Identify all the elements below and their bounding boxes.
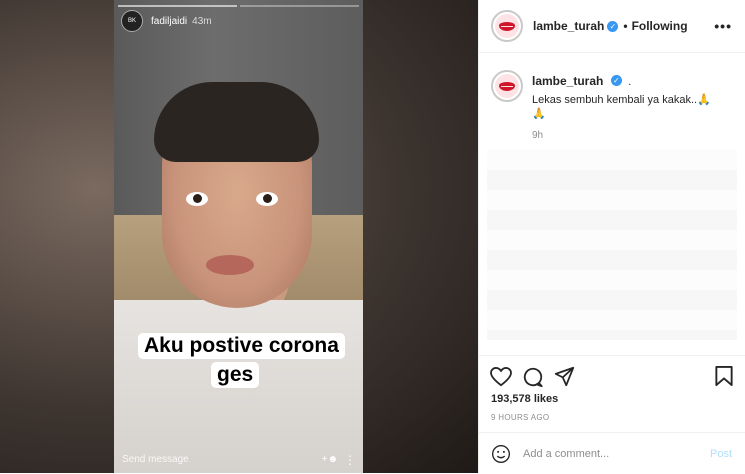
comment-verified-icon: ✓ (610, 75, 622, 87)
add-comment-bar: Add a comment... Post (479, 432, 745, 474)
lips-logo (495, 14, 519, 38)
story-lips (206, 255, 254, 275)
comment-text-line-2: 🙏 (532, 108, 546, 120)
author-avatar[interactable] (491, 10, 523, 42)
comment-lips-icon (499, 81, 515, 91)
story-frame[interactable]: BK fadiljaidi 43m Aku postive corona ges… (114, 0, 363, 473)
post-author-name[interactable]: lambe_turah (533, 19, 604, 33)
comment-author-name[interactable]: lambe_turah (532, 74, 603, 88)
likes-count[interactable]: 193,578 likes (491, 393, 558, 405)
story-avatar-text: BK (127, 18, 136, 24)
comment-author-avatar[interactable] (491, 70, 523, 102)
send-message-input[interactable]: Send message (122, 454, 189, 465)
add-person-icon[interactable]: +☻ (322, 454, 338, 465)
share-paper-plane-icon[interactable] (554, 366, 575, 387)
emoji-smiley-icon[interactable] (491, 444, 511, 464)
comment-time: 9h (532, 130, 544, 141)
story-viewer-backdrop: BK fadiljaidi 43m Aku postive corona ges… (0, 0, 478, 473)
story-username[interactable]: fadiljaidi (151, 16, 187, 27)
lips-icon (499, 21, 515, 31)
comment-bubble-icon[interactable] (522, 366, 544, 388)
story-right-eye (256, 192, 278, 206)
story-hair (154, 82, 319, 162)
following-button[interactable]: Following (632, 19, 688, 33)
post-comment-button[interactable]: Post (710, 448, 732, 460)
more-options-icon[interactable]: ••• (714, 18, 732, 34)
add-comment-input[interactable]: Add a comment... (523, 448, 609, 460)
story-progress-segment-2 (240, 5, 359, 7)
post-sidebar: lambe_turah ✓ • Following ••• lambe_tura… (478, 0, 745, 473)
story-caption-line-2: ges (211, 362, 260, 388)
verified-badge-icon: ✓ (607, 20, 619, 32)
story-caption-line-1: Aku postive corona (138, 333, 345, 359)
separator-dot: • (623, 19, 628, 33)
post-header: lambe_turah ✓ • Following ••• (479, 0, 745, 53)
story-header: BK fadiljaidi 43m (121, 10, 212, 32)
story-left-eye (186, 192, 208, 206)
story-progress-segment-1 (118, 5, 237, 7)
story-time: 43m (192, 15, 212, 27)
comment-text: Lekas sembuh kembali ya kakak..🙏 (532, 94, 711, 106)
story-avatar[interactable]: BK (121, 10, 143, 32)
save-bookmark-icon[interactable] (715, 366, 733, 387)
story-footer: Send message +☻ ⋮ (114, 443, 363, 473)
like-heart-icon[interactable] (490, 367, 512, 387)
post-time-ago: 9 HOURS AGO (491, 413, 550, 422)
comment-lips-logo (495, 74, 519, 98)
actions-bar (479, 355, 745, 388)
story-more-icon[interactable]: ⋮ (344, 453, 356, 467)
blurred-comments-area (487, 150, 737, 340)
